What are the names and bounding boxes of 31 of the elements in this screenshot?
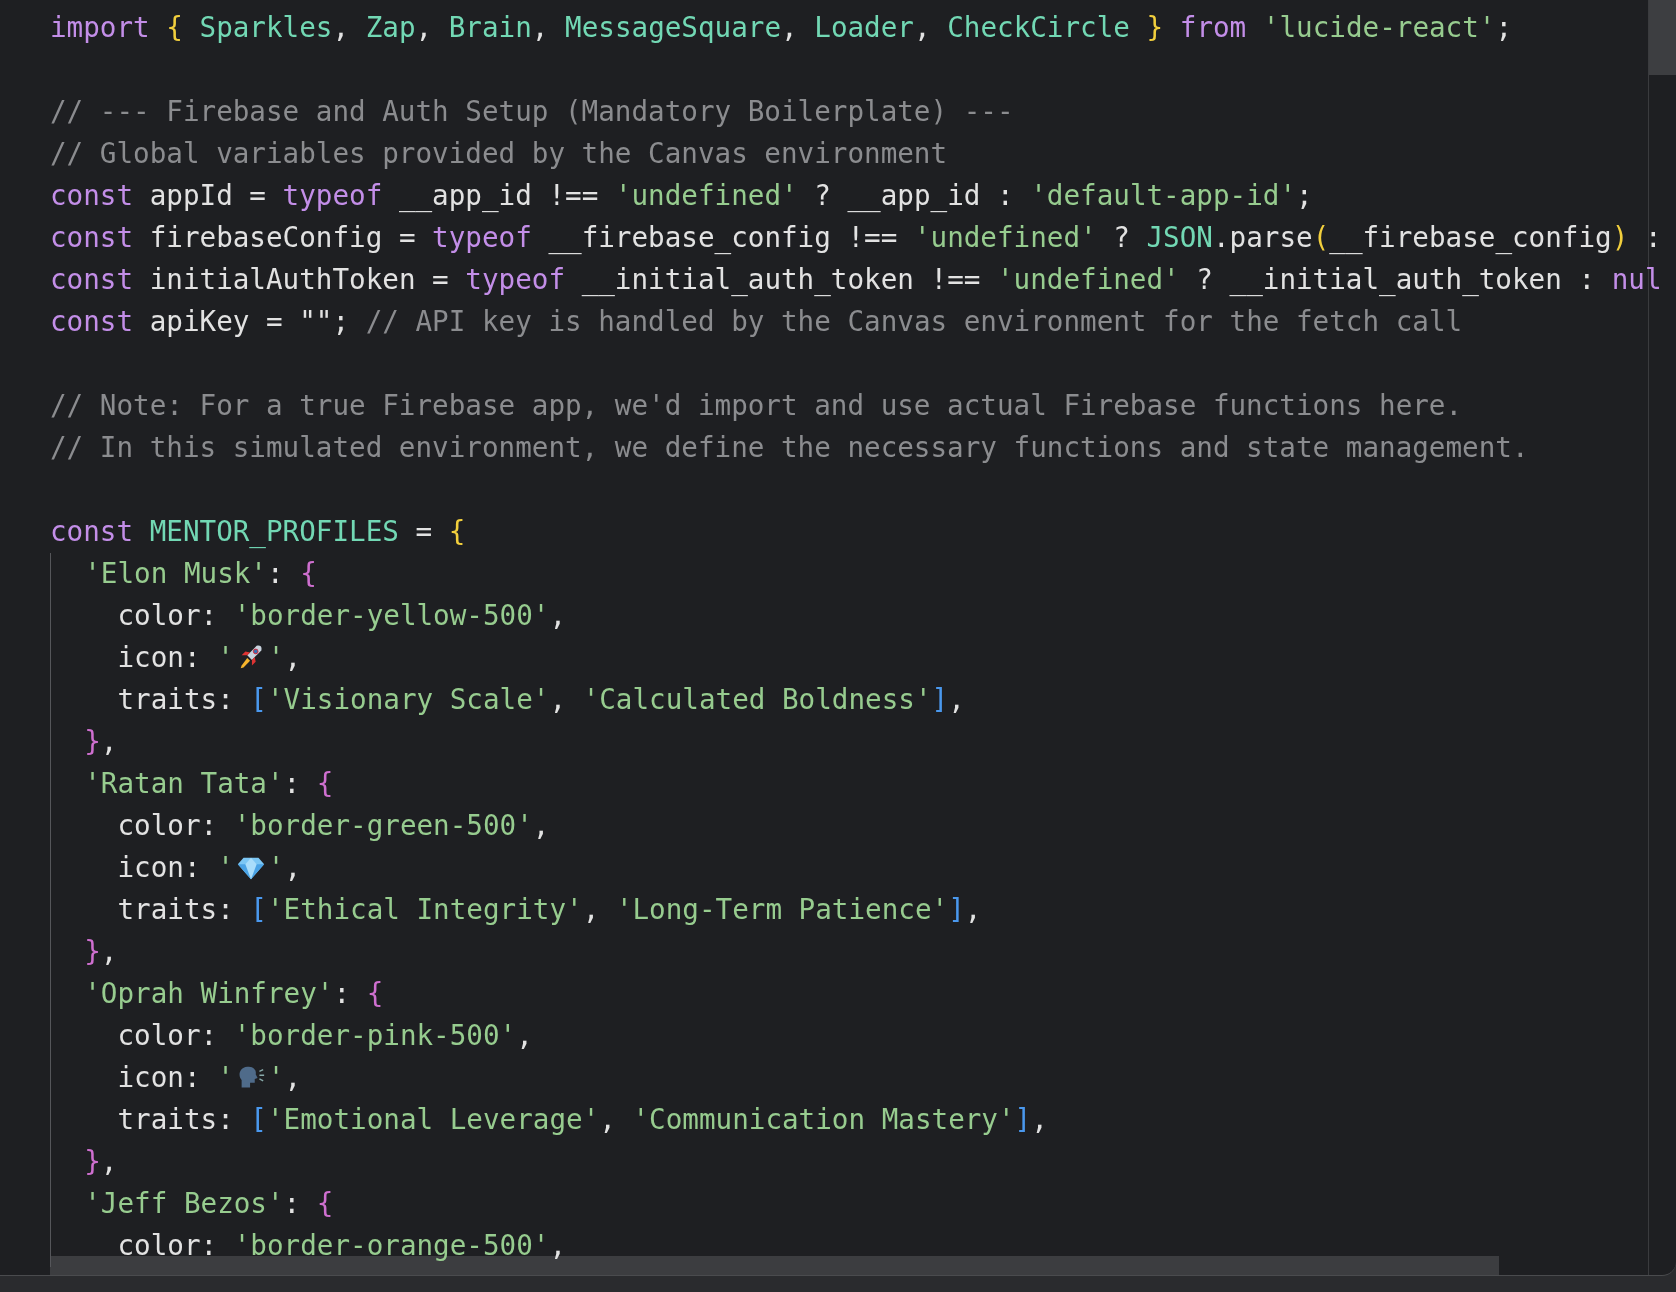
code-line: color: 'border-yellow-500', <box>117 598 567 634</box>
code-line: ', <box>267 850 301 886</box>
code-line: }, <box>84 934 118 970</box>
scrollbar-thumb[interactable] <box>1649 0 1676 75</box>
code-line: 'Ratan Tata': { <box>84 766 334 802</box>
code-line: const apiKey = ""; // API key is handled by the Canvas environment for the fetch call <box>50 304 1463 340</box>
code-line: traits: ['Ethical Integrity', 'Long-Term Patience'], <box>117 892 982 928</box>
code-line: // Note: For a true Firebase app, we'd import and use actual Firebase functions here. <box>50 388 1463 424</box>
code-line: }, <box>84 1144 118 1180</box>
code-line: traits: ['Emotional Leverage', 'Communication Mastery'], <box>117 1102 1048 1138</box>
code-line: color: 'border-pink-500', <box>117 1018 533 1054</box>
code-line: // In this simulated environment, we define the necessary functions and state management. <box>50 430 1529 466</box>
code-line: }, <box>84 724 118 760</box>
code-line: 'Jeff Bezos': { <box>84 1186 334 1222</box>
code-line: 'Oprah Winfrey': { <box>84 976 384 1012</box>
code-line: const MENTOR_PROFILES = { <box>50 514 466 550</box>
code-line: color: 'border-orange-500', <box>117 1228 567 1264</box>
code-line: import { Sparkles, Zap, Brain, MessageSquare, Loader, CheckCircle } from 'lucide-react'; <box>50 10 1513 46</box>
code-line: icon: ' <box>117 1060 234 1096</box>
code-line: icon: ' <box>117 640 234 676</box>
code-line: icon: ' <box>117 850 234 886</box>
code-line: const appId = typeof __app_id !== 'undefined' ? __app_id : 'default-app-id'; <box>50 178 1313 214</box>
code-line: traits: ['Visionary Scale', 'Calculated Boldness'], <box>117 682 965 718</box>
code-line: color: 'border-green-500', <box>117 808 550 844</box>
code-line: const firebaseConfig = typeof __firebase_config !== 'undefined' ? JSON.parse(__firebase_config) : <box>50 220 1662 256</box>
code-line: // --- Firebase and Auth Setup (Mandatory Boilerplate) --- <box>50 94 1014 130</box>
code-line: ', <box>267 640 301 676</box>
code-line: const initialAuthToken = typeof __initial_auth_token !== 'undefined' ? __initial_auth_token : nul <box>50 262 1662 298</box>
code-line: ', <box>267 1060 301 1096</box>
code-line: 'Elon Musk': { <box>84 556 317 592</box>
code-line: // Global variables provided by the Canvas environment <box>50 136 948 172</box>
